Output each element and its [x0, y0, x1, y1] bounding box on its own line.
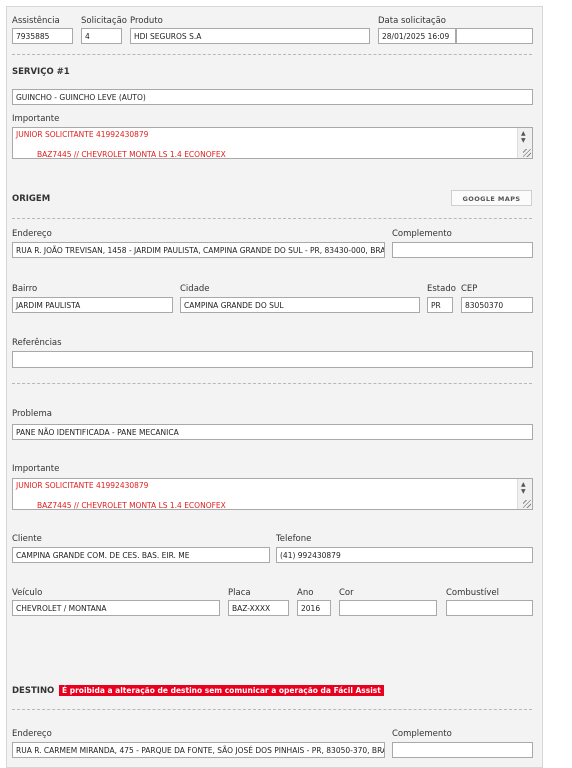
origem-endereco-label: Endereço: [12, 229, 52, 239]
divider: [12, 709, 532, 710]
cor-label: Cor: [339, 588, 354, 598]
cep-label: CEP: [461, 284, 478, 294]
importante-line-1: JUNIOR SOLICITANTE 41992430879: [16, 130, 149, 139]
solicitacao-label: Solicitação: [81, 16, 127, 26]
destino-complemento-field[interactable]: [392, 742, 533, 758]
ano-field[interactable]: 2016: [297, 600, 331, 616]
cep-field[interactable]: 83050370: [461, 297, 533, 313]
combustivel-field[interactable]: [446, 600, 533, 616]
origem-title: ORIGEM: [12, 194, 51, 204]
origem-complemento-field[interactable]: [392, 242, 533, 258]
referencias-label: Referências: [12, 338, 62, 348]
problema-importante-textarea[interactable]: JUNIOR SOLICITANTE 41992430879 BAZ7445 /…: [12, 478, 533, 510]
solicitacao-field[interactable]: 4: [81, 28, 122, 44]
bairro-field[interactable]: JARDIM PAULISTA: [12, 297, 173, 313]
destino-endereco-field[interactable]: RUA R. CARMEM MIRANDA, 475 - PARQUE DA F…: [12, 742, 385, 758]
divider: [12, 218, 532, 219]
divider: [12, 383, 532, 384]
problema-label: Problema: [12, 409, 52, 419]
bairro-label: Bairro: [12, 284, 38, 294]
cliente-label: Cliente: [12, 534, 42, 544]
resize-grip-icon[interactable]: [523, 500, 531, 508]
cliente-field[interactable]: CAMPINA GRANDE COM. DE CES. BAS. EIR. ME: [12, 547, 270, 563]
veiculo-field[interactable]: CHEVROLET / MONTANA: [12, 600, 220, 616]
produto-field[interactable]: HDI SEGUROS S.A: [130, 28, 370, 44]
servico-title: SERVIÇO #1: [12, 67, 70, 77]
servico-importante-label: Importante: [12, 114, 60, 124]
estado-field[interactable]: PR: [427, 297, 453, 313]
destino-endereco-label: Endereço: [12, 729, 52, 739]
referencias-field[interactable]: [12, 351, 533, 368]
combustivel-label: Combustível: [446, 588, 499, 598]
cidade-field[interactable]: CAMPINA GRANDE DO SUL: [180, 297, 420, 313]
scroll-up-icon[interactable]: ▲: [521, 130, 526, 137]
telefone-label: Telefone: [276, 534, 312, 544]
scroll-up-icon[interactable]: ▲: [521, 481, 526, 488]
destino-complemento-label: Complemento: [392, 729, 452, 739]
importante-line-2: BAZ7445 // CHEVROLET MONTA LS 1.4 ECONOF…: [37, 150, 226, 159]
placa-field[interactable]: BAZ-XXXX: [228, 600, 289, 616]
data-extra-field[interactable]: [456, 28, 533, 44]
scroll-down-icon[interactable]: ▼: [521, 137, 526, 144]
destino-warning-badge: É proibida a alteração de destino sem co…: [59, 685, 384, 696]
telefone-field[interactable]: (41) 992430879: [276, 547, 533, 563]
veiculo-label: Veículo: [12, 588, 43, 598]
placa-label: Placa: [228, 588, 251, 598]
servico-field[interactable]: GUINCHO - GUINCHO LEVE (AUTO): [12, 89, 533, 105]
origem-complemento-label: Complemento: [392, 229, 452, 239]
data-solicitacao-label: Data solicitação: [378, 16, 447, 26]
google-maps-button[interactable]: GOOGLE MAPS: [451, 190, 532, 206]
resize-grip-icon[interactable]: [523, 149, 531, 157]
assistencia-field[interactable]: 7935885: [12, 28, 73, 44]
problema-field[interactable]: PANE NÃO IDENTIFICADA - PANE MECANICA: [12, 424, 533, 440]
produto-label: Produto: [130, 16, 163, 26]
data-solicitacao-field[interactable]: 28/01/2025 16:09: [378, 28, 456, 44]
importante-line-2: BAZ7445 // CHEVROLET MONTA LS 1.4 ECONOF…: [37, 501, 226, 510]
service-form-panel: [6, 6, 543, 768]
assistencia-label: Assistência: [12, 16, 60, 26]
origem-endereco-field[interactable]: RUA R. JOÃO TREVISAN, 1458 - JARDIM PAUL…: [12, 242, 385, 258]
importante-line-1: JUNIOR SOLICITANTE 41992430879: [16, 481, 149, 490]
ano-label: Ano: [297, 588, 314, 598]
scroll-down-icon[interactable]: ▼: [521, 488, 526, 495]
servico-importante-textarea[interactable]: JUNIOR SOLICITANTE 41992430879 BAZ7445 /…: [12, 127, 533, 159]
divider: [12, 54, 532, 55]
cor-field[interactable]: [339, 600, 437, 616]
destino-title: DESTINO: [12, 686, 55, 696]
cidade-label: Cidade: [180, 284, 210, 294]
problema-importante-label: Importante: [12, 464, 60, 474]
estado-label: Estado: [427, 284, 456, 294]
